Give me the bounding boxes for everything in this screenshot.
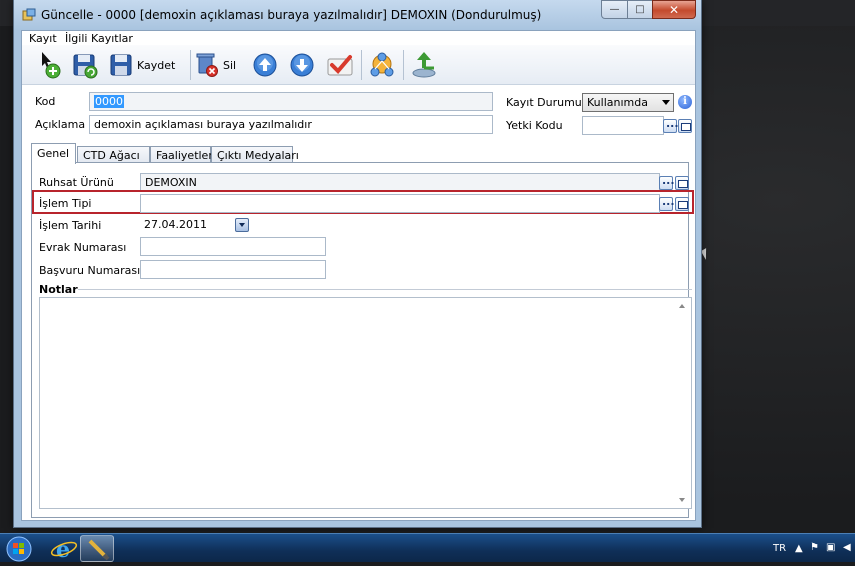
language-indicator[interactable]: TR xyxy=(773,543,786,554)
save-icon xyxy=(110,54,132,76)
yetki-kodu-browse-button[interactable] xyxy=(663,117,679,133)
yetki-kodu-input[interactable] xyxy=(582,116,664,135)
scroll-down-icon[interactable] xyxy=(679,498,685,502)
islem-tipi-list-button[interactable] xyxy=(675,197,689,211)
islem-tarihi-input[interactable]: 27.04.2011 xyxy=(140,216,234,235)
delete-button[interactable]: Sil xyxy=(194,50,236,80)
menu-item-kayit[interactable]: Kayıt xyxy=(29,32,57,45)
save-button[interactable]: Kaydet xyxy=(108,50,175,80)
toolbar-separator xyxy=(361,50,362,80)
volume-icon[interactable]: ◀ xyxy=(843,542,851,553)
toolbar: Kaydet Sil xyxy=(22,45,695,85)
calendar-dropdown-icon[interactable] xyxy=(235,218,249,232)
kod-label: Kod xyxy=(35,95,56,108)
window-title: Güncelle - 0000 [demoxin açıklaması bura… xyxy=(41,8,542,22)
yetki-kodu-label: Yetki Kodu xyxy=(506,119,563,132)
tab-faaliyetler[interactable]: Faaliyetler xyxy=(150,146,213,163)
action-center-flag-icon[interactable]: ⚑ xyxy=(810,542,819,553)
move-down-button[interactable] xyxy=(288,50,316,80)
taskbar: e TR ▲ ⚑ ▣ ◀ xyxy=(0,533,855,563)
scroll-up-icon[interactable] xyxy=(679,304,685,308)
basvuru-numarasi-label: Başvuru Numarası xyxy=(39,264,141,277)
network-tray-icon[interactable]: ▣ xyxy=(826,542,835,553)
menu-bar: Kayıt İlgili Kayıtlar xyxy=(22,31,695,45)
title-bar[interactable]: Güncelle - 0000 [demoxin açıklaması bura… xyxy=(14,0,701,30)
islem-tipi-label: İşlem Tipi xyxy=(39,197,92,210)
kayit-durumu-label: Kayıt Durumu xyxy=(506,96,582,109)
islem-tipi-input[interactable] xyxy=(140,194,660,213)
minimize-button[interactable]: — xyxy=(601,0,628,19)
svg-text:e: e xyxy=(56,537,70,562)
notlar-textarea[interactable] xyxy=(39,297,692,509)
kayit-durumu-select[interactable]: Kullanımda xyxy=(582,93,674,112)
aciklama-input[interactable]: demoxin açıklaması buraya yazılmalıdır xyxy=(89,115,493,134)
move-up-button[interactable] xyxy=(251,50,279,80)
down-arrow-icon xyxy=(290,53,314,77)
taskbar-active-app[interactable] xyxy=(80,535,114,562)
islem-tarihi-label: İşlem Tarihi xyxy=(39,219,102,232)
save-refresh-icon xyxy=(73,54,98,79)
new-record-icon xyxy=(42,52,61,79)
windows-start-icon[interactable] xyxy=(4,535,34,563)
menu-item-ilgili-kayitlar[interactable]: İlgili Kayıtlar xyxy=(65,32,133,45)
ruhsat-urunu-browse-button[interactable] xyxy=(659,174,675,190)
internet-explorer-icon: e xyxy=(50,537,78,563)
notlar-label: Notlar xyxy=(39,283,78,296)
tab-cikti-medyalari[interactable]: Çıktı Medyaları xyxy=(211,146,299,163)
save-refresh-button[interactable] xyxy=(71,50,99,80)
evrak-numarasi-input[interactable] xyxy=(140,237,326,256)
close-button[interactable]: ✕ xyxy=(652,0,696,19)
kod-value: 0000 xyxy=(94,95,124,108)
window-client-area: Kayıt İlgili Kayıtlar Kaydet Sil Kod 000… xyxy=(21,30,696,521)
network-button[interactable] xyxy=(367,50,397,80)
ruhsat-urunu-label: Ruhsat Ürünü xyxy=(39,176,114,189)
check-icon xyxy=(327,55,353,76)
delete-icon xyxy=(196,53,218,77)
network-icon xyxy=(370,52,394,77)
update-window: Güncelle - 0000 [demoxin açıklaması bura… xyxy=(13,0,702,528)
export-icon xyxy=(412,52,436,78)
notlar-divider xyxy=(78,289,692,290)
kod-input[interactable]: 0000 xyxy=(89,92,493,111)
tab-genel[interactable]: Genel xyxy=(31,143,76,164)
toolbar-separator xyxy=(190,50,191,80)
save-button-label: Kaydet xyxy=(137,58,176,72)
info-icon[interactable]: i xyxy=(678,95,692,109)
approve-button[interactable] xyxy=(325,50,355,80)
export-button[interactable] xyxy=(410,50,440,80)
new-record-button[interactable] xyxy=(36,50,64,80)
kayit-durumu-value: Kullanımda xyxy=(587,96,648,109)
up-arrow-icon xyxy=(253,53,277,77)
yetki-kodu-list-button[interactable] xyxy=(678,119,692,133)
notlar-scrollbar[interactable] xyxy=(675,298,691,508)
app-icon xyxy=(22,8,36,21)
maximize-button[interactable]: □ xyxy=(627,0,653,19)
aciklama-label: Açıklama xyxy=(35,118,86,131)
tab-ctd-agaci[interactable]: CTD Ağacı xyxy=(77,146,150,163)
evrak-numarasi-label: Evrak Numarası xyxy=(39,241,127,254)
basvuru-numarasi-input[interactable] xyxy=(140,260,326,279)
pen-tool-icon xyxy=(88,539,110,561)
tray-expand-icon[interactable]: ▲ xyxy=(795,543,803,554)
ruhsat-urunu-list-button[interactable] xyxy=(675,176,689,190)
taskbar-internet-explorer[interactable]: e xyxy=(47,535,81,563)
delete-button-label: Sil xyxy=(223,58,237,72)
islem-tipi-browse-button[interactable] xyxy=(659,195,675,211)
toolbar-separator xyxy=(403,50,404,80)
chevron-down-icon xyxy=(662,100,670,105)
